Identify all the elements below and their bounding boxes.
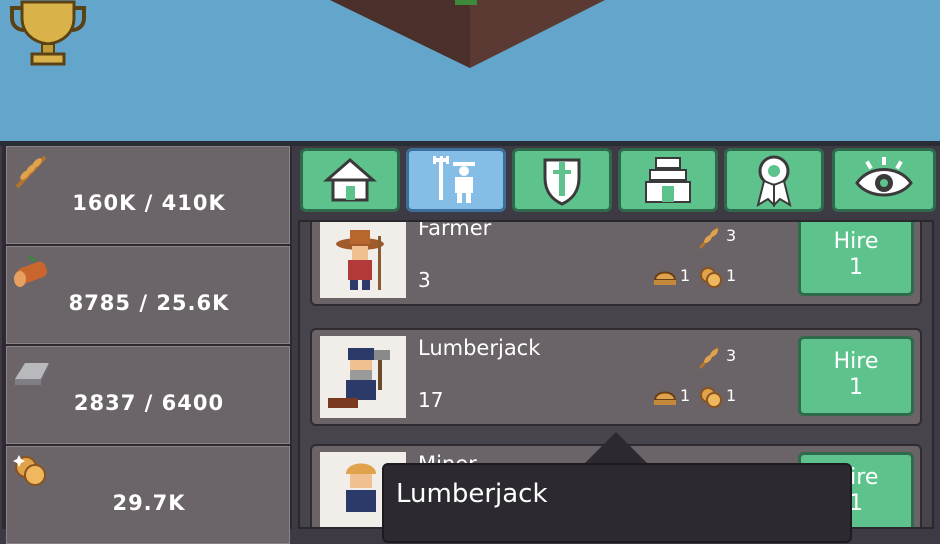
- resource-panel: 160K / 410K 8785 / 25.6K 2837 / 6400 29.…: [2, 146, 292, 544]
- lumberjack-sprite: [328, 348, 390, 408]
- hire-label: Hire: [833, 349, 879, 374]
- farmer-sprite: [336, 230, 384, 290]
- tab-military[interactable]: [512, 148, 612, 212]
- hire-amount: 1: [849, 255, 863, 280]
- iron-ingot-icon: [15, 363, 49, 385]
- worker-card-farmer: Farmer 3 3 1 1 Hire 1: [310, 220, 922, 306]
- farmer-icon: [433, 156, 475, 203]
- cost-helmet: 1: [680, 266, 691, 285]
- tab-home[interactable]: [300, 148, 400, 212]
- resource-row-wood[interactable]: 8785 / 25.6K: [6, 246, 290, 344]
- worker-name: Lumberjack: [418, 336, 541, 360]
- resource-value: 8785 / 25.6K: [68, 291, 230, 315]
- cost-wheat: 3: [726, 226, 737, 245]
- hire-farmer-button[interactable]: Hire 1: [798, 222, 914, 296]
- house-icon: [323, 158, 377, 202]
- resource-row-iron[interactable]: 2837 / 6400: [6, 346, 290, 444]
- worker-tooltip: Lumberjack: [382, 463, 852, 543]
- resource-row-gold[interactable]: 29.7K: [6, 446, 290, 544]
- resource-value: 160K / 410K: [72, 191, 226, 215]
- resource-value: 29.7K: [112, 491, 186, 515]
- trophy-icon[interactable]: [8, 0, 88, 68]
- farmer-portrait: [320, 222, 406, 298]
- shield-sword-icon: [543, 158, 581, 206]
- tab-temple[interactable]: [618, 148, 718, 212]
- island-tile[interactable]: [0, 0, 940, 141]
- hire-lumberjack-button[interactable]: Hire 1: [798, 336, 914, 416]
- temple-icon: [645, 157, 691, 203]
- helmet-icon: [653, 391, 677, 405]
- resource-value: 2837 / 6400: [73, 391, 225, 415]
- hire-label: Hire: [833, 229, 879, 254]
- lumberjack-portrait: [320, 336, 406, 418]
- worker-name: Farmer: [418, 220, 492, 240]
- hire-amount: 1: [849, 375, 863, 400]
- worker-card-lumberjack: Lumberjack 17 3 1 1 Hire 1: [310, 328, 922, 426]
- tab-vision[interactable]: [832, 148, 936, 212]
- category-tabs: [296, 146, 940, 218]
- ribbon-icon: [756, 155, 792, 207]
- eye-icon: [855, 157, 913, 197]
- worker-count: 17: [418, 388, 444, 412]
- worker-count: 3: [418, 268, 431, 292]
- wheat-icon: [15, 155, 47, 189]
- gold-coins-icon: [13, 455, 46, 486]
- cost-coins: 1: [726, 266, 737, 285]
- cost-helmet: 1: [680, 386, 691, 405]
- tooltip-arrow: [582, 432, 650, 466]
- gold-coins-icon: [700, 267, 722, 288]
- helmet-icon: [653, 271, 677, 285]
- cost-wheat: 3: [726, 346, 737, 365]
- gold-coins-icon: [700, 387, 722, 408]
- tab-achievements[interactable]: [724, 148, 824, 212]
- log-icon: [14, 255, 48, 287]
- cost-coins: 1: [726, 386, 737, 405]
- tooltip-title: Lumberjack: [396, 479, 548, 509]
- resource-row-wheat[interactable]: 160K / 410K: [6, 146, 290, 244]
- tab-workers[interactable]: [406, 148, 506, 212]
